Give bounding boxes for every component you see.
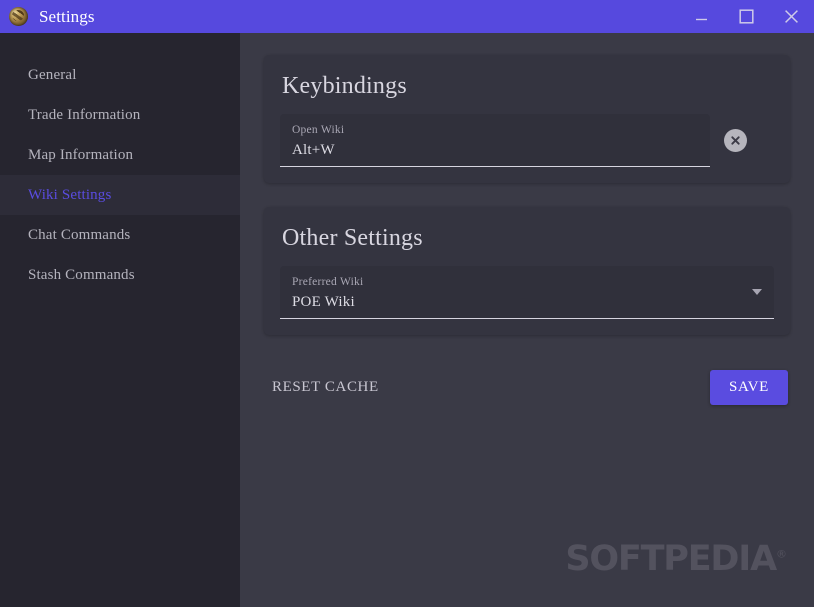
window-body: General Trade Information Map Informatio… [0,33,814,607]
sidebar: General Trade Information Map Informatio… [0,33,240,607]
title-bar: Settings [0,0,814,33]
keybinding-row: Open Wiki Alt+W [280,114,774,168]
softpedia-watermark-text: SOFTPEDIA [565,539,777,579]
other-settings-card-title: Other Settings [282,225,423,252]
chevron-down-icon [752,289,762,296]
preferred-wiki-value: POE Wiki [292,294,355,311]
sidebar-item-map-information[interactable]: Map Information [0,135,240,175]
sidebar-item-trade-information[interactable]: Trade Information [0,95,240,135]
keybindings-card: Keybindings Open Wiki Alt+W [264,55,790,184]
sidebar-item-wiki-settings[interactable]: Wiki Settings [0,175,240,215]
keybindings-card-title: Keybindings [282,73,407,99]
sidebar-item-label: Map Information [28,146,134,163]
maximize-icon[interactable] [724,0,769,33]
window-controls [679,0,814,33]
open-wiki-keybinding-value: Alt+W [292,141,335,158]
close-icon[interactable] [769,0,814,33]
settings-window: Settings General Trade Information Map I… [0,0,814,607]
sidebar-item-label: General [28,66,77,83]
sidebar-item-label: Wiki Settings [28,186,112,203]
preferred-wiki-label: Preferred Wiki [292,276,364,289]
other-settings-card: Other Settings Preferred Wiki POE Wiki [264,207,790,336]
sidebar-item-label: Trade Information [28,106,141,123]
registered-trademark-icon: ® [776,547,787,561]
sidebar-item-label: Stash Commands [28,266,135,283]
main-content: Keybindings Open Wiki Alt+W Other Settin… [240,33,814,607]
open-wiki-keybinding-input[interactable]: Open Wiki Alt+W [280,114,710,168]
sidebar-item-general[interactable]: General [0,55,240,95]
clear-circle-icon[interactable] [724,129,747,153]
window-title: Settings [39,6,95,26]
preferred-wiki-select[interactable]: Preferred Wiki POE Wiki [280,266,774,320]
sidebar-item-chat-commands[interactable]: Chat Commands [0,215,240,255]
softpedia-watermark: SOFTPEDIA® [565,542,787,577]
sidebar-item-stash-commands[interactable]: Stash Commands [0,255,240,295]
save-button[interactable]: SAVE [709,370,788,406]
reset-cache-button[interactable]: RESET CACHE [272,379,379,396]
preferred-wiki-row: Preferred Wiki POE Wiki [280,266,774,320]
poe-orb-icon [9,7,28,26]
action-row: RESET CACHE SAVE [264,359,790,406]
open-wiki-keybinding-label: Open Wiki [292,124,345,136]
minimize-icon[interactable] [679,0,724,33]
sidebar-item-label: Chat Commands [28,226,131,243]
